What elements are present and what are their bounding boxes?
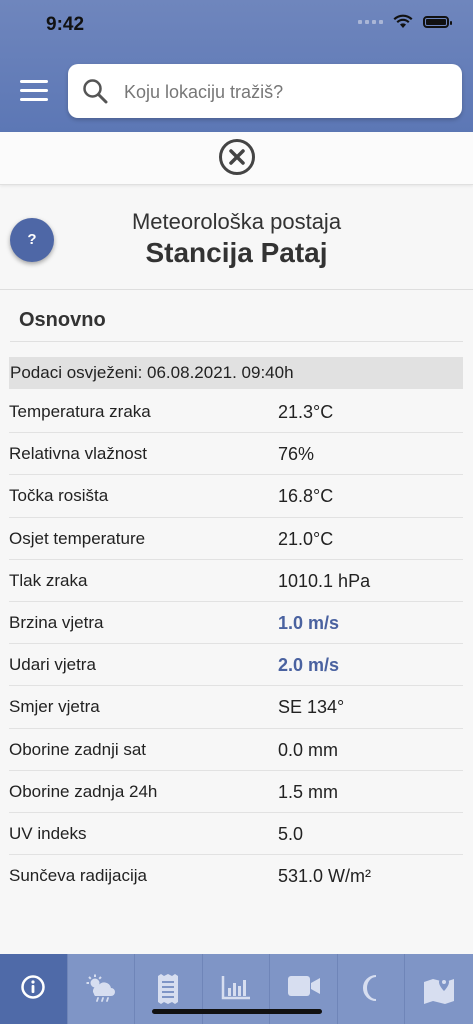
station-type: Meteorološka postaja — [131, 209, 342, 234]
row-value: 0.0 mm — [278, 739, 339, 760]
search-icon — [83, 79, 108, 104]
row-value: 21.3°C — [278, 402, 334, 422]
tab-info[interactable] — [0, 954, 68, 1024]
menu-button[interactable] — [20, 80, 48, 102]
measurement-row-wind-speed: Brzina vjetra 1.0 m/s — [9, 602, 463, 645]
measurement-row-rain-hour: Oborine zadnji sat 0.0 mm — [9, 729, 463, 771]
section-title: Osnovno — [19, 309, 106, 331]
info-icon — [21, 975, 46, 999]
row-label: Brzina vjetra — [9, 612, 104, 632]
chart-icon — [221, 976, 250, 1000]
measurement-row-wind-gust: Udari vjetra 2.0 m/s — [9, 644, 463, 687]
row-value: 1.5 mm — [278, 781, 339, 802]
row-value: 16.8°C — [278, 486, 334, 507]
menu-line — [20, 80, 48, 83]
row-label: UV indeks — [9, 823, 87, 843]
weather-icon — [86, 974, 115, 1002]
row-label: Točka rosišta — [9, 486, 109, 506]
measurement-row-pressure: Tlak zraka 1010.1 hPa — [9, 560, 463, 602]
cellular-signal-icon — [358, 19, 383, 24]
status-icons — [358, 14, 452, 29]
search-box[interactable] — [68, 64, 462, 120]
measurement-row-rain-24h: Oborine zadnja 24h 1.5 mm — [9, 771, 463, 813]
video-camera-icon — [287, 976, 320, 996]
close-icon[interactable] — [218, 138, 256, 176]
divider — [0, 289, 473, 290]
tab-map[interactable] — [405, 954, 473, 1024]
measurement-row-feels-like: Osjet temperature 21.0°C — [9, 518, 463, 560]
measurement-row-wind-direction: Smjer vjetra SE 134° — [9, 686, 463, 729]
tab-forecast[interactable] — [68, 954, 136, 1024]
row-label: Osjet temperature — [9, 528, 146, 548]
row-label: Relativna vlažnost — [9, 444, 147, 464]
row-label: Sunčeva radijacija — [9, 866, 147, 886]
row-value: 76% — [278, 444, 315, 465]
row-label: Temperatura zraka — [9, 402, 151, 421]
measurement-row-humidity: Relativna vlažnost 76% — [9, 433, 463, 476]
receipt-icon — [158, 974, 179, 1004]
row-label: Tlak zraka — [9, 570, 88, 590]
row-value: 1010.1 hPa — [278, 570, 371, 591]
moon-icon — [363, 975, 377, 1001]
search-input[interactable] — [122, 64, 446, 120]
close-bar — [0, 132, 473, 185]
top-header: 9:42 — [0, 0, 473, 132]
divider — [10, 341, 463, 342]
row-label: Oborine zadnji sat — [9, 739, 147, 759]
menu-line — [20, 89, 48, 92]
row-value: 5.0 — [278, 823, 304, 844]
row-label: Oborine zadnja 24h — [9, 781, 158, 801]
row-value-link[interactable]: 1.0 m/s — [278, 613, 339, 634]
row-label: Udari vjetra — [9, 655, 96, 675]
refresh-timestamp: Podaci osvježeni: 06.08.2021. 09:40h — [9, 357, 463, 389]
status-time: 9:42 — [46, 14, 85, 35]
station-name: Stancija Pataj — [145, 237, 328, 268]
measurement-row-temperature: Temperatura zraka 21.3°C — [9, 391, 463, 434]
row-value: 531.0 W/m² — [278, 866, 372, 887]
map-icon — [424, 977, 455, 1004]
row-value: 21.0°C — [278, 528, 334, 549]
row-value-link[interactable]: 2.0 m/s — [278, 655, 339, 676]
battery-icon — [423, 15, 452, 28]
measurement-row-dew-point: Točka rosišta 16.8°C — [9, 475, 463, 518]
home-indicator — [152, 1009, 322, 1014]
measurement-row-uv: UV indeks 5.0 — [9, 813, 463, 856]
menu-line — [20, 98, 48, 101]
row-value: SE 134° — [278, 697, 345, 718]
row-label: Smjer vjetra — [9, 697, 100, 717]
wifi-icon — [393, 14, 413, 28]
measurements-list: Temperatura zraka 21.3°C Relativna vlažn… — [9, 391, 463, 897]
measurement-row-solar-radiation: Sunčeva radijacija 531.0 W/m² — [9, 855, 463, 897]
tab-moon[interactable] — [338, 954, 406, 1024]
